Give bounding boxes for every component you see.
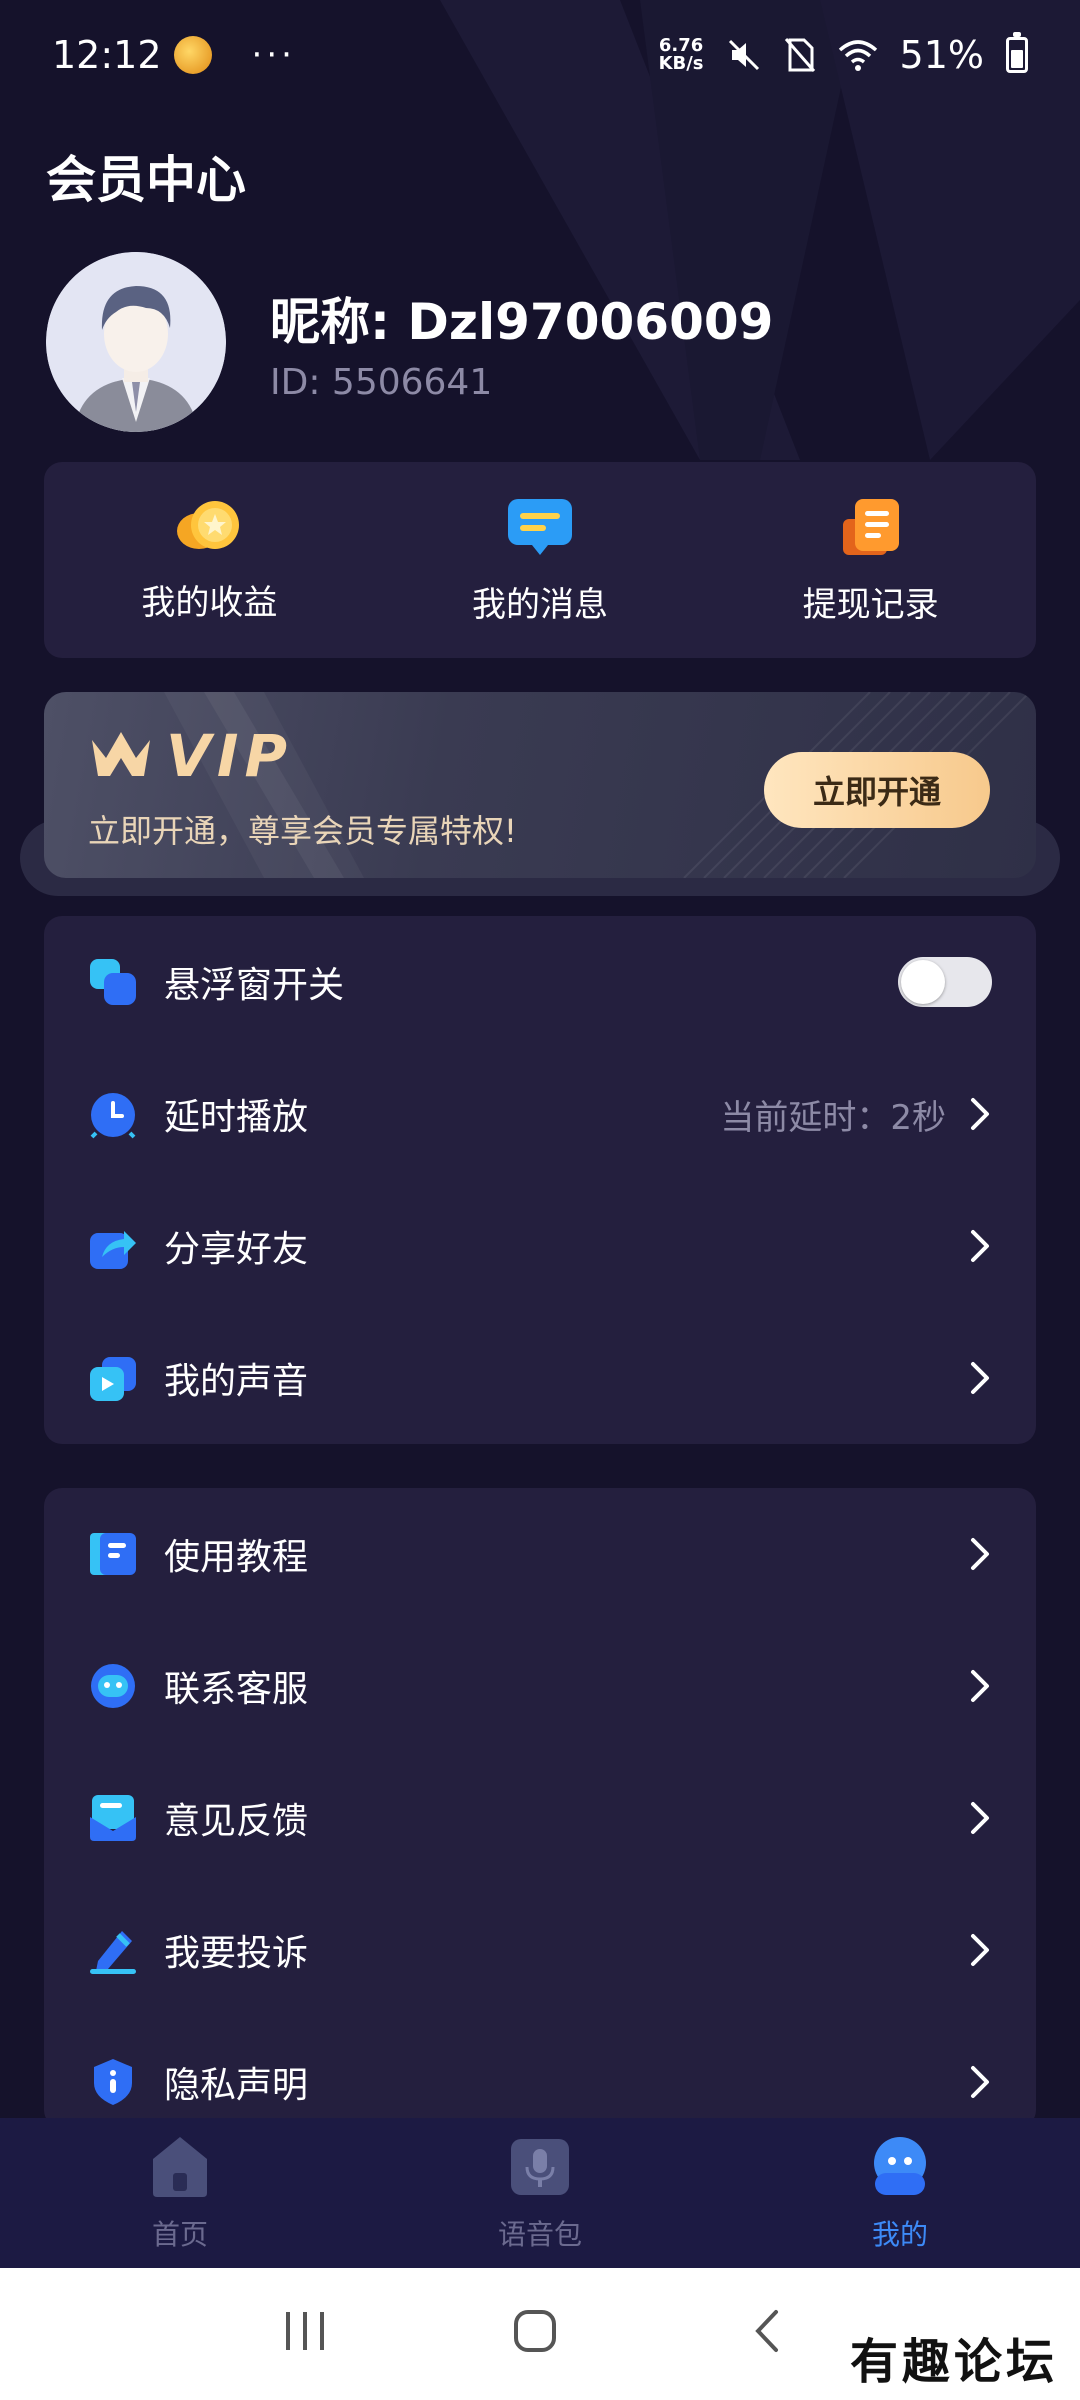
row-label: 使用教程: [164, 1537, 309, 1578]
tab-label: 语音包: [497, 2218, 582, 2251]
recent-apps-icon[interactable]: [280, 2308, 330, 2354]
vip-activate-button[interactable]: 立即开通: [764, 752, 990, 828]
page-title: 会员中心: [46, 151, 246, 209]
share-friends-row[interactable]: 分享好友: [44, 1180, 1036, 1312]
floating-window-row[interactable]: 悬浮窗开关: [44, 916, 1036, 1048]
home-button-icon[interactable]: [512, 2308, 558, 2354]
chevron-right-icon: [968, 1536, 992, 1572]
vip-label: VIP: [166, 722, 293, 790]
battery-percent: 51%: [899, 33, 984, 77]
quick-action-label: 我的消息: [472, 584, 608, 625]
coin-icon: [173, 497, 245, 561]
customer-service-icon: [88, 1661, 138, 1711]
watermark: 有趣论坛: [849, 2334, 1058, 2390]
delay-playback-row[interactable]: 延时播放 当前延时：2秒: [44, 1048, 1036, 1180]
row-label: 联系客服: [164, 1669, 309, 1710]
floating-window-icon: [88, 957, 138, 1007]
tab-profile[interactable]: 我的: [720, 2118, 1080, 2268]
complaint-row[interactable]: 我要投诉: [44, 1884, 1036, 2016]
tab-label: 我的: [871, 2218, 928, 2251]
delay-value: 当前延时：2秒: [720, 1097, 946, 1138]
message-icon: [504, 495, 576, 563]
vip-title: VIP: [88, 722, 293, 790]
avatar[interactable]: [46, 252, 226, 432]
chevron-right-icon: [968, 2064, 992, 2100]
tutorial-row[interactable]: 使用教程: [44, 1488, 1036, 1620]
chevron-right-icon: [968, 1668, 992, 1704]
floating-window-toggle[interactable]: [898, 957, 992, 1007]
quick-action-earnings[interactable]: 我的收益: [44, 462, 375, 658]
customer-service-row[interactable]: 联系客服: [44, 1620, 1036, 1752]
privacy-icon: [88, 2057, 138, 2107]
network-speed: 6.76 KB/s: [658, 35, 704, 74]
settings-card: 悬浮窗开关 延时播放 当前延时：2秒 分享好友 我的声音: [44, 916, 1036, 1444]
voice-pack-icon: [507, 2133, 573, 2203]
feedback-row[interactable]: 意见反馈: [44, 1752, 1036, 1884]
row-label: 悬浮窗开关: [164, 965, 345, 1006]
row-label: 意见反馈: [164, 1801, 309, 1842]
tab-label: 首页: [151, 2218, 208, 2251]
more-notifications-icon: ···: [251, 35, 296, 75]
complaint-icon: [88, 1925, 138, 1975]
help-card: 使用教程 联系客服 意见反馈 我要投诉 隐私声明: [44, 1488, 1036, 2128]
feedback-icon: [88, 1793, 138, 1843]
quick-action-messages[interactable]: 我的消息: [375, 462, 706, 658]
no-sim-icon: [784, 37, 816, 73]
chevron-right-icon: [968, 1096, 992, 1132]
row-label: 我的声音: [164, 1361, 309, 1402]
quick-action-label: 提现记录: [802, 584, 939, 625]
vip-description: 立即开通，尊享会员专属特权!: [88, 812, 517, 850]
my-voice-row[interactable]: 我的声音: [44, 1312, 1036, 1444]
withdraw-record-icon: [839, 495, 903, 563]
row-label: 我要投诉: [164, 1933, 309, 1974]
chevron-right-icon: [968, 1360, 992, 1396]
profile-icon: [867, 2133, 933, 2203]
wifi-icon: [838, 38, 878, 72]
quick-action-withdraw-record[interactable]: 提现记录: [705, 462, 1036, 658]
back-icon[interactable]: [752, 2308, 782, 2354]
home-icon: [147, 2133, 213, 2203]
row-label: 隐私声明: [164, 2065, 309, 2106]
quick-action-label: 我的收益: [141, 582, 278, 623]
row-label: 延时播放: [164, 1097, 309, 1138]
tutorial-icon: [88, 1529, 138, 1579]
badge-icon: [173, 36, 212, 74]
quick-actions-card: 我的收益 我的消息 提现记录: [44, 462, 1036, 658]
mute-icon: [726, 37, 762, 73]
user-nickname: 昵称: Dzl97006009: [270, 293, 774, 351]
chevron-right-icon: [968, 1932, 992, 1968]
chevron-right-icon: [968, 1800, 992, 1836]
share-icon: [88, 1221, 138, 1271]
user-id: ID: 5506641: [270, 362, 493, 403]
status-time: 12:12: [52, 33, 162, 77]
row-label: 分享好友: [164, 1229, 309, 1270]
delay-clock-icon: [88, 1089, 138, 1139]
privacy-row[interactable]: 隐私声明: [44, 2016, 1036, 2128]
bottom-tab-bar: 首页 语音包 我的: [0, 2118, 1080, 2268]
chevron-right-icon: [968, 1228, 992, 1264]
status-bar: 12:12 ··· 6.76 KB/s 51%: [0, 0, 1080, 110]
tab-voice-pack[interactable]: 语音包: [360, 2118, 720, 2268]
crown-icon: [88, 728, 154, 784]
battery-icon: [1006, 32, 1028, 73]
tab-home[interactable]: 首页: [0, 2118, 360, 2268]
my-voice-icon: [88, 1353, 138, 1403]
